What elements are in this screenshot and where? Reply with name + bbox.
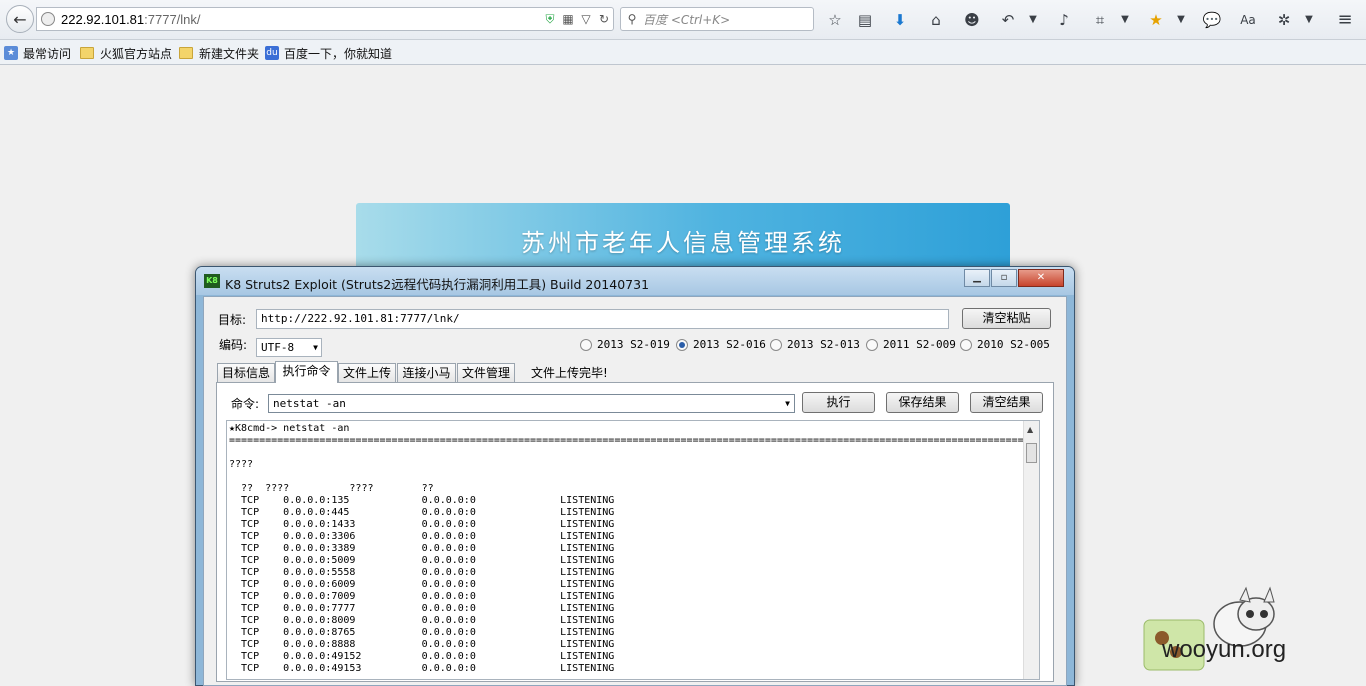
dropdown-arrow-icon: ▼ [785,399,790,408]
folder-icon [80,47,94,59]
bug-icon[interactable]: ✲ [1273,9,1295,31]
target-input[interactable]: http://222.92.101.81:7777/lnk/ [256,309,949,329]
bookmark-label: 新建文件夹 [199,46,260,61]
command-input[interactable]: netstat -an ▼ [268,394,795,413]
tab-connect-shell[interactable]: 连接小马 [397,363,456,382]
baidu-icon: du [265,46,279,60]
tab-file-upload[interactable]: 文件上传 [338,363,396,382]
chevron-down-icon[interactable]: ▼ [1170,9,1192,31]
tab-file-manager[interactable]: 文件管理 [457,363,515,382]
browser-toolbar: ← 222.92.101.81:7777/lnk/ ⛨ ▦ ▽ ↻ ⚲ 百度 <… [0,0,1366,40]
save-result-button[interactable]: 保存结果 [886,392,959,413]
encoding-value: UTF-8 [261,341,295,354]
encoding-select[interactable]: UTF-8 ▼ [256,338,322,357]
bookmark-label: 火狐官方站点 [100,46,173,61]
chevron-down-icon[interactable]: ▼ [1022,9,1044,31]
reload-icon[interactable]: ↻ [595,12,613,26]
folder-icon [179,47,193,59]
radio-s2-005[interactable]: 2010 S2-005 [960,338,1050,351]
radio-circle[interactable] [960,338,972,351]
translate-icon[interactable]: Aa [1237,9,1259,31]
bookmark-firefox-site[interactable]: 火狐官方站点 [80,44,172,62]
menu-icon[interactable]: ≡ [1334,9,1356,31]
radio-circle-selected[interactable] [676,338,688,351]
execute-button[interactable]: 执行 [802,392,875,413]
home-icon[interactable]: ⌂ [925,9,947,31]
chevron-down-icon[interactable]: ▼ [1298,9,1320,31]
search-placeholder: 百度 <Ctrl+K> [643,12,731,27]
bookmark-new-folder[interactable]: 新建文件夹 [179,44,259,62]
window-title: K8 Struts2 Exploit (Struts2远程代码执行漏洞利用工具)… [225,277,650,292]
dropdown-arrow-icon[interactable]: ▽ [577,12,595,26]
status-text: 文件上传完毕! [531,366,608,380]
crop-icon[interactable]: ⌗ [1089,9,1111,31]
radio-circle[interactable] [770,338,782,351]
command-output[interactable]: ★K8cmd-> netstat -an ===================… [226,420,1040,680]
search-box[interactable]: ⚲ 百度 <Ctrl+K> [620,7,814,31]
bookmark-label: 最常访问 [23,46,72,61]
window-titlebar[interactable]: K8 K8 Struts2 Exploit (Struts2远程代码执行漏洞利用… [196,267,1074,295]
command-label: 命令: [231,397,260,411]
vertical-scrollbar[interactable]: ▲ [1023,421,1039,679]
url-bar[interactable]: 222.92.101.81:7777/lnk/ ⛨ ▦ ▽ ↻ [36,7,614,31]
wooyun-watermark: wooyun.org [1140,580,1366,676]
search-icon: ⚲ [627,12,637,26]
radio-circle[interactable] [866,338,878,351]
banner-title: 苏州市老年人信息管理系统 [521,229,845,257]
target-label: 目标: [218,313,247,327]
back-button[interactable]: ← [6,5,34,33]
volume-icon[interactable]: ♪ [1053,9,1075,31]
maximize-button[interactable]: ▫ [991,269,1017,287]
output-text: ★K8cmd-> netstat -an ===================… [229,423,1024,674]
radio-label: 2013 S2-013 [787,338,860,351]
bookmark-most-visited[interactable]: ★ 最常访问 [4,44,71,62]
radio-s2-013[interactable]: 2013 S2-013 [770,338,860,351]
undo-icon[interactable]: ↶ [997,9,1019,31]
qr-code-icon[interactable]: ▦ [559,12,577,26]
radio-s2-009[interactable]: 2011 S2-009 [866,338,956,351]
bookmark-label: 百度一下，你就知道 [284,46,393,61]
tab-execute-command[interactable]: 执行命令 [275,361,338,383]
globe-icon [41,12,55,26]
command-value: netstat -an [273,397,346,410]
close-button[interactable]: ✕ [1018,269,1064,287]
bookmark-icon: ★ [4,46,18,60]
reading-list-icon[interactable]: ▤ [854,9,876,31]
radio-label: 2011 S2-009 [883,338,956,351]
bookmark-star-icon[interactable]: ☆ [824,9,846,31]
chat-icon[interactable]: ☻ [961,9,983,31]
download-icon[interactable]: ⬇ [889,9,911,31]
radio-label: 2013 S2-016 [693,338,766,351]
encoding-label: 编码: [219,338,248,352]
app-icon: K8 [204,274,220,288]
radio-s2-019[interactable]: 2013 S2-019 [580,338,670,351]
favorite-icon[interactable]: ★ [1145,9,1167,31]
minimize-button[interactable]: ▁ [964,269,990,287]
clear-paste-button[interactable]: 清空粘贴 [962,308,1051,329]
clear-result-button[interactable]: 清空结果 [970,392,1043,413]
radio-s2-016[interactable]: 2013 S2-016 [676,338,766,351]
comment-icon[interactable]: 💬 [1201,9,1223,31]
chevron-down-icon[interactable]: ▼ [1114,9,1136,31]
radio-label: 2013 S2-019 [597,338,670,351]
shield-icon[interactable]: ⛨ [541,12,559,27]
scroll-up-icon[interactable]: ▲ [1027,425,1033,434]
bookmark-baidu[interactable]: du 百度一下，你就知道 [265,44,392,62]
watermark-text: wooyun.org [1162,636,1287,663]
url-text[interactable]: 222.92.101.81:7777/lnk/ [61,12,541,27]
radio-label: 2010 S2-005 [977,338,1050,351]
scrollbar-thumb[interactable] [1026,443,1037,463]
tab-target-info[interactable]: 目标信息 [217,363,275,382]
dropdown-arrow-icon: ▼ [313,343,318,352]
radio-circle[interactable] [580,338,592,351]
